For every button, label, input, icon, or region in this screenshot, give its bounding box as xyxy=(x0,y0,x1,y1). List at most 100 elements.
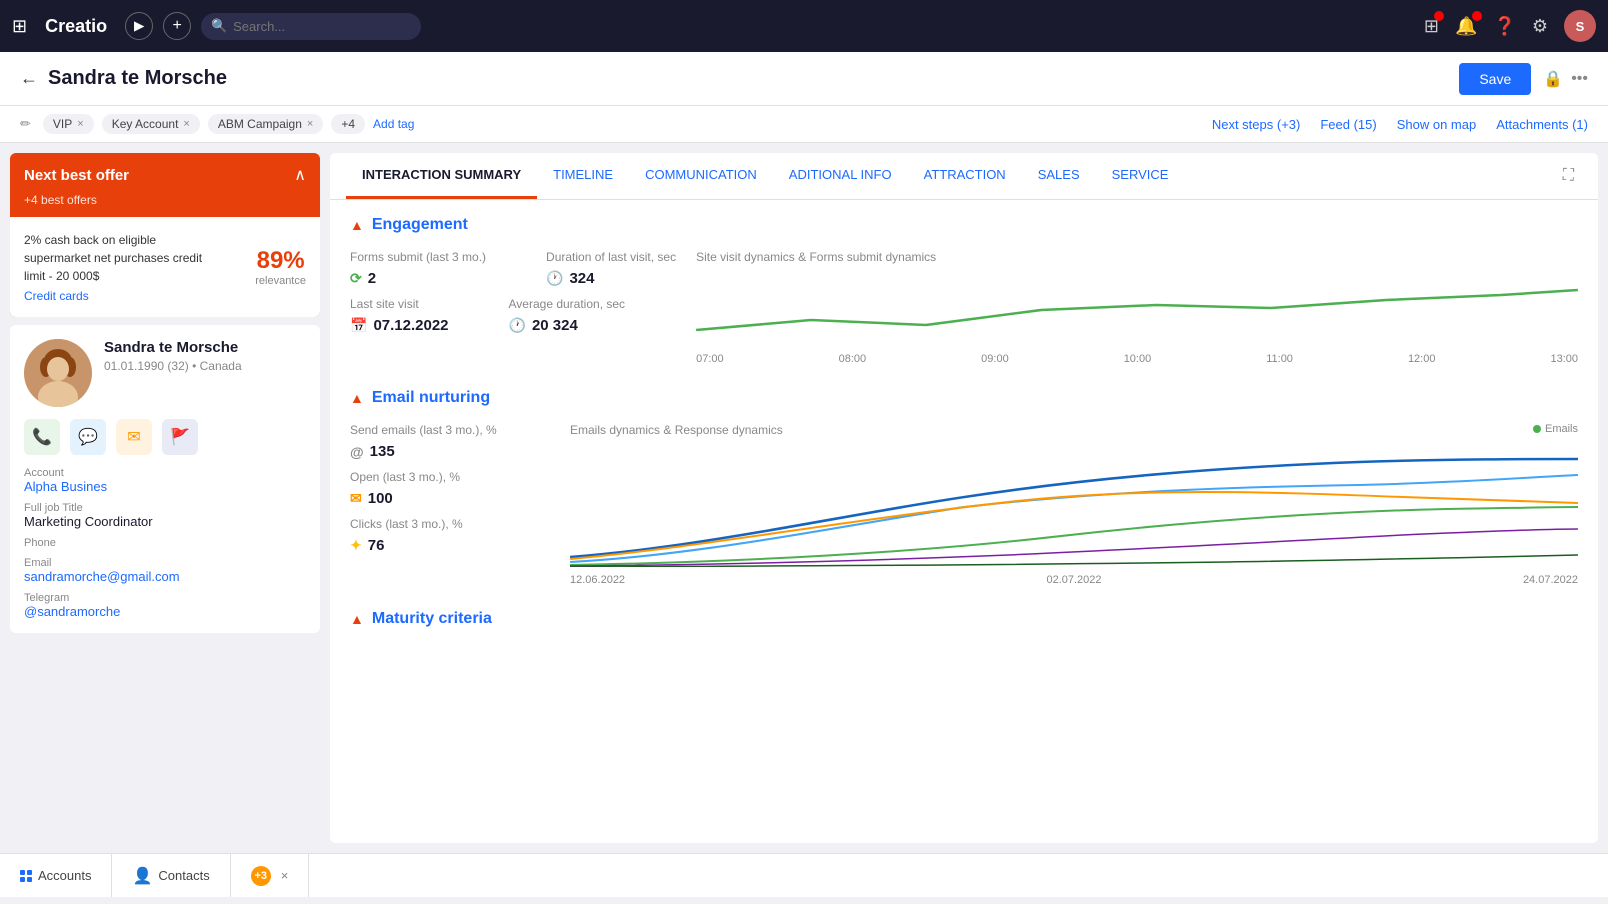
attachments-action[interactable]: Attachments (1) xyxy=(1496,117,1588,132)
engagement-header: ▲ Engagement xyxy=(350,216,1578,234)
forms-submit-metric: Forms submit (last 3 mo.) ⟳ 2 xyxy=(350,250,486,287)
search-input[interactable] xyxy=(201,13,421,40)
notifications-icon[interactable]: 🔔 xyxy=(1455,16,1477,37)
tag-vip-remove[interactable]: × xyxy=(77,118,83,130)
main-content: Next best offer ∧ +4 best offers 2% cash… xyxy=(0,143,1608,853)
chat-action-button[interactable]: 💬 xyxy=(70,419,106,455)
extra-tab-badge: +3 xyxy=(251,866,271,886)
lock-icon[interactable]: 🔒 xyxy=(1543,69,1563,89)
app-logo: Creatio xyxy=(45,16,107,37)
account-value[interactable]: Alpha Busines xyxy=(24,479,306,494)
offer-subtitle: +4 best offers xyxy=(10,193,320,217)
chart-date-3: 24.07.2022 xyxy=(1523,574,1578,586)
tab-service[interactable]: SERVICE xyxy=(1096,153,1185,199)
duration-metric: Duration of last visit, sec 🕐 324 xyxy=(546,250,676,287)
offer-chevron-icon[interactable]: ∧ xyxy=(294,165,306,185)
clicks-metric: Clicks (last 3 mo.), % ✦ 76 xyxy=(350,517,550,554)
email-nurturing-title: Email nurturing xyxy=(372,389,490,407)
email-legend: Emails xyxy=(1533,423,1578,435)
clicks-icon: ✦ xyxy=(350,537,362,554)
tag-key-account: Key Account × xyxy=(102,114,200,134)
back-button[interactable]: ← xyxy=(20,68,38,89)
bottom-tab-extra[interactable]: +3 × xyxy=(231,854,310,897)
last-visit-metric: Last site visit 📅 07.12.2022 xyxy=(350,297,449,334)
accounts-tab-label: Accounts xyxy=(38,868,91,883)
phone-label: Phone xyxy=(24,537,306,549)
chart-time-5: 11:00 xyxy=(1266,353,1293,365)
bottom-tab-accounts[interactable]: Accounts xyxy=(0,854,112,897)
engagement-content: Forms submit (last 3 mo.) ⟳ 2 Duration o… xyxy=(350,250,1578,365)
email-chart xyxy=(570,447,1578,567)
tab-attraction[interactable]: ATTRACTION xyxy=(908,153,1022,199)
tag-key-account-remove[interactable]: × xyxy=(183,118,189,130)
avg-clock-icon: 🕐 xyxy=(509,317,526,334)
save-button[interactable]: Save xyxy=(1459,63,1531,95)
extra-tab-close[interactable]: × xyxy=(281,868,289,883)
email-nurturing-header: ▲ Email nurturing xyxy=(350,389,1578,407)
email-value[interactable]: sandramorche@gmail.com xyxy=(24,569,306,584)
telegram-label: Telegram xyxy=(24,592,306,604)
relevance-label: relevantce xyxy=(255,275,306,287)
content-area: ▲ Engagement Forms submit (last 3 mo.) ⟳… xyxy=(330,200,1598,843)
avg-duration-metric: Average duration, sec 🕐 20 324 xyxy=(509,297,626,334)
show-on-map-action[interactable]: Show on map xyxy=(1397,117,1477,132)
next-steps-action[interactable]: Next steps (+3) xyxy=(1212,117,1301,132)
chart-date-1: 12.06.2022 xyxy=(570,574,625,586)
offer-title: Next best offer xyxy=(24,167,129,184)
tag-vip: VIP × xyxy=(43,114,94,134)
chart-time-7: 13:00 xyxy=(1550,353,1578,365)
add-button[interactable]: + xyxy=(163,12,191,40)
forms-submit-value: ⟳ 2 xyxy=(350,270,486,287)
email-action-button[interactable]: ✉ xyxy=(116,419,152,455)
apps-grid-icon[interactable]: ⊞ xyxy=(1424,16,1439,37)
feed-action[interactable]: Feed (15) xyxy=(1320,117,1376,132)
expand-icon[interactable]: ⛶ xyxy=(1555,159,1582,193)
user-avatar[interactable]: S xyxy=(1564,10,1596,42)
maturity-title: Maturity criteria xyxy=(372,610,492,628)
relevance-percentage: 89% xyxy=(255,247,306,275)
tabs-bar: INTERACTION SUMMARY TIMELINE COMMUNICATI… xyxy=(330,153,1598,200)
apps-icon[interactable]: ⊞ xyxy=(12,16,27,37)
account-label: Account xyxy=(24,467,306,479)
bottom-tab-contacts[interactable]: 👤 Contacts xyxy=(112,854,230,897)
tab-additional-info[interactable]: ADITIONAL INFO xyxy=(773,153,908,199)
tab-sales[interactable]: SALES xyxy=(1022,153,1096,199)
more-options-icon[interactable]: ••• xyxy=(1571,70,1588,88)
contact-top: Sandra te Morsche 01.01.1990 (32) • Cana… xyxy=(24,339,306,407)
tab-interaction-summary[interactable]: INTERACTION SUMMARY xyxy=(346,153,537,199)
chart-time-6: 12:00 xyxy=(1408,353,1436,365)
settings-icon[interactable]: ⚙ xyxy=(1532,16,1548,37)
add-tag-button[interactable]: Add tag xyxy=(373,117,414,131)
tab-timeline[interactable]: TIMELINE xyxy=(537,153,629,199)
contacts-person-icon: 👤 xyxy=(132,866,152,886)
telegram-value[interactable]: @sandramorche xyxy=(24,604,306,619)
engagement-metrics-row2: Last site visit 📅 07.12.2022 Average dur… xyxy=(350,297,676,334)
tag-abm-campaign-remove[interactable]: × xyxy=(307,118,313,130)
open-label: Open (last 3 mo.), % xyxy=(350,470,550,484)
bottom-navigation: Accounts 👤 Contacts +3 × xyxy=(0,853,1608,897)
flag-action-button[interactable]: 🚩 xyxy=(162,419,198,455)
offer-link[interactable]: Credit cards xyxy=(24,289,204,303)
engagement-chart xyxy=(696,270,1578,350)
engagement-arrow-icon: ▲ xyxy=(350,217,364,233)
tag-more-label: +4 xyxy=(341,117,355,131)
phone-action-button[interactable]: 📞 xyxy=(24,419,60,455)
clock-icon: 🕐 xyxy=(546,270,563,287)
contact-meta: 01.01.1990 (32) • Canada xyxy=(104,359,242,373)
clicks-label: Clicks (last 3 mo.), % xyxy=(350,517,550,531)
maturity-section: ▲ Maturity criteria xyxy=(350,610,1578,628)
help-icon[interactable]: ❓ xyxy=(1493,16,1515,37)
engagement-metrics-row1: Forms submit (last 3 mo.) ⟳ 2 Duration o… xyxy=(350,250,676,287)
job-title-label: Full job Title xyxy=(24,502,306,514)
tag-more[interactable]: +4 xyxy=(331,114,365,134)
avg-duration-label: Average duration, sec xyxy=(509,297,626,311)
job-title-value: Marketing Coordinator xyxy=(24,514,306,529)
legend-dot xyxy=(1533,425,1541,433)
forms-icon: ⟳ xyxy=(350,270,362,287)
tab-communication[interactable]: COMMUNICATION xyxy=(629,153,773,199)
left-panel: Next best offer ∧ +4 best offers 2% cash… xyxy=(0,143,330,853)
tag-abm-campaign-label: ABM Campaign xyxy=(218,117,302,131)
open-metric: Open (last 3 mo.), % ✉ 100 xyxy=(350,470,550,507)
play-button[interactable]: ▶ xyxy=(125,12,153,40)
email-label: Email xyxy=(24,557,306,569)
